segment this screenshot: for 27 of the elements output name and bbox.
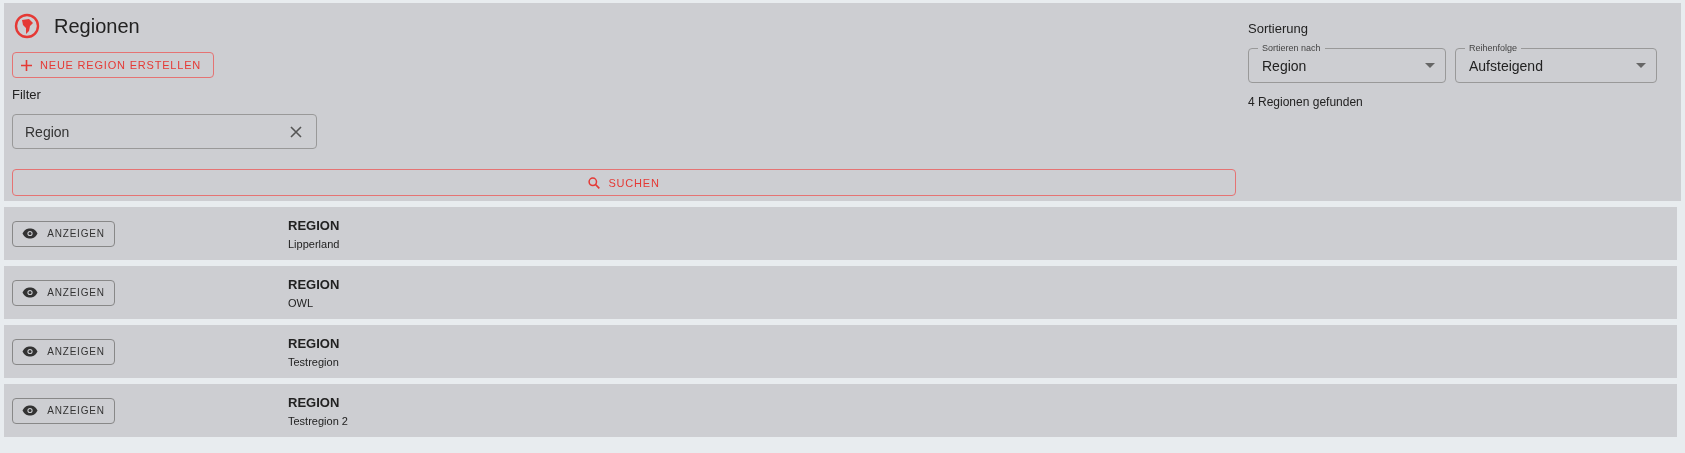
sorting-heading: Sortierung <box>1248 21 1309 36</box>
view-button[interactable]: ANZEIGEN <box>12 397 115 424</box>
page-title: Regionen <box>54 14 140 38</box>
eye-icon <box>22 346 39 357</box>
result-count: 4 Regionen gefunden <box>1248 95 1364 109</box>
dropdown-arrow-icon <box>1425 63 1435 68</box>
view-button[interactable]: ANZEIGEN <box>12 338 115 365</box>
field-label: REGION <box>288 394 341 410</box>
region-name: Lipperland <box>288 237 341 250</box>
field-label: REGION <box>288 335 341 351</box>
view-button[interactable]: ANZEIGEN <box>12 279 115 306</box>
eye-icon <box>22 405 39 416</box>
search-icon <box>588 176 601 189</box>
globe-icon <box>14 13 40 39</box>
clear-icon[interactable] <box>290 125 302 138</box>
region-name: Testregion 2 <box>288 414 349 427</box>
filter-heading: Filter <box>12 87 41 102</box>
field-label: REGION <box>288 276 341 292</box>
region-name: OWL <box>288 296 315 309</box>
eye-icon <box>22 228 39 239</box>
field-label: REGION <box>288 217 341 233</box>
region-name: Testregion <box>288 355 340 368</box>
plus-icon <box>21 59 32 71</box>
dropdown-arrow-icon <box>1636 63 1646 68</box>
filter-field[interactable]: Region <box>12 114 317 149</box>
view-button[interactable]: ANZEIGEN <box>12 220 115 247</box>
eye-icon <box>22 287 39 298</box>
